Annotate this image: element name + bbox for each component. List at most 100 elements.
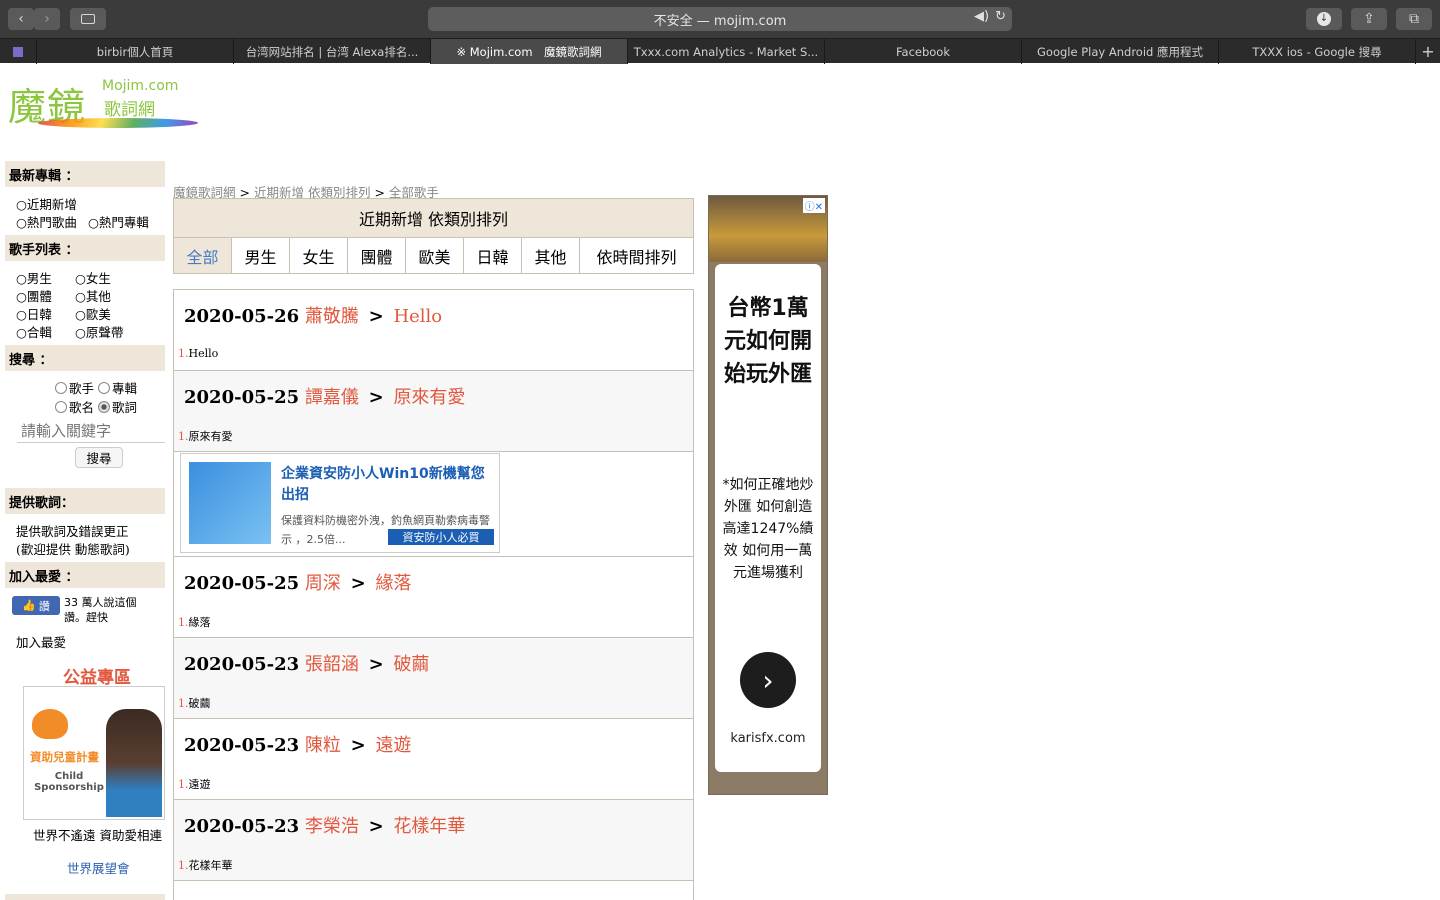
entry-song[interactable]: Hello <box>393 306 442 327</box>
sidebar-icon <box>81 14 95 24</box>
link-jpkr[interactable]: ○日韓 <box>16 304 52 323</box>
table-row: 2020-05-23 陳粒 > 遠遊 1.遠遊 <box>173 718 694 800</box>
reload-icon[interactable]: ↻ <box>995 9 1006 24</box>
chevron-right-icon: › <box>44 11 50 27</box>
link-soundtrack[interactable]: ○原聲帶 <box>75 322 123 341</box>
tab-group[interactable]: 團體 <box>348 238 406 273</box>
tab-other[interactable]: 其他 <box>522 238 580 273</box>
tab-all[interactable]: 全部 <box>174 238 232 273</box>
link-submit-lyrics[interactable]: 提供歌詞及錯誤更正 <box>16 521 129 540</box>
entry-song[interactable]: 緣落 <box>375 573 411 594</box>
entry-artist[interactable]: 譚嘉儀 <box>305 387 359 408</box>
link-other[interactable]: ○其他 <box>75 286 111 305</box>
link-compilation[interactable]: ○合輯 <box>16 322 52 341</box>
charity-caption: 世界不遙遠 資助愛相連 <box>33 828 162 843</box>
new-tab-button[interactable]: + <box>1415 39 1440 64</box>
entry-artist[interactable]: 蕭敬騰 <box>305 306 359 327</box>
link-hot-albums[interactable]: ○熱門專輯 <box>88 212 149 231</box>
downloads-button[interactable]: ↓ <box>1306 8 1342 30</box>
ad-site[interactable]: karisfx.com <box>715 731 821 746</box>
entry-artist[interactable]: 陳粒 <box>305 735 341 756</box>
entry-song[interactable]: 破繭 <box>393 654 429 675</box>
speaker-icon[interactable]: ◀) <box>974 9 989 24</box>
tab-by-time[interactable]: 依時間排列 <box>580 238 693 273</box>
thumbs-up-icon: 👍 <box>22 599 36 612</box>
tabs-overview-button[interactable]: ⧉ <box>1396 8 1432 30</box>
entry-track[interactable]: 1.緣落 <box>178 614 211 630</box>
link-male[interactable]: ○男生 <box>16 268 52 287</box>
tab-txxx-analytics[interactable]: Txxx.com Analytics - Market S... <box>627 39 824 64</box>
facebook-like-button[interactable]: 👍 讚 <box>12 596 60 615</box>
ad-card: 台幣1萬元如何開始玩外匯 *如何正確地炒外匯 如何創造高達1247%績效 如何用… <box>715 264 821 772</box>
plus-icon: + <box>1421 42 1435 61</box>
favorites-heading: 加入最愛 ： <box>5 562 165 588</box>
radio-lyrics[interactable] <box>98 400 111 413</box>
search-input[interactable] <box>17 419 165 443</box>
ad-laptop-image <box>189 462 271 544</box>
charity-img-en: Child Sponsorship <box>34 771 104 793</box>
tab-birbir[interactable]: birbir個人首頁 <box>36 39 233 64</box>
entry-track[interactable]: 1.Hello <box>178 347 218 360</box>
entry-track[interactable]: 1.遠遊 <box>178 776 211 792</box>
link-female[interactable]: ○女生 <box>75 268 111 287</box>
ad-arrow-button[interactable]: › <box>740 652 796 708</box>
charity-img-cn: 資助兒童計畫 <box>30 750 99 764</box>
tab-google-play[interactable]: Google Play Android 應用程式 <box>1021 39 1218 64</box>
link-western[interactable]: ○歐美 <box>75 304 111 323</box>
link-group[interactable]: ○團體 <box>16 286 52 305</box>
tab-western[interactable]: 歐美 <box>406 238 464 273</box>
radio-song[interactable] <box>55 400 67 413</box>
tabs-icon: ⧉ <box>1409 11 1419 27</box>
charity-banner[interactable]: 資助兒童計畫 Child Sponsorship <box>23 686 165 820</box>
inline-ad[interactable]: 企業資安防小人Win10新機幫您出招 保護資料防機密外洩，釣魚網頁勒索病毒警示 … <box>180 453 500 553</box>
forward-button[interactable]: › <box>34 8 60 30</box>
tab-female[interactable]: 女生 <box>290 238 348 273</box>
link-recent[interactable]: ○近期新增 <box>16 194 77 213</box>
radio-album[interactable] <box>98 381 111 394</box>
download-icon: ↓ <box>1317 12 1331 26</box>
bookmark-tab[interactable] <box>0 39 36 64</box>
sidebar-footer-bar <box>5 894 165 900</box>
tab-bar: birbir個人首頁 台湾网站排名 | 台湾 Alexa排名... ※ Moji… <box>0 38 1440 64</box>
tab-alexa[interactable]: 台湾网站排名 | 台湾 Alexa排名... <box>233 39 430 64</box>
entry-track[interactable]: 1.破繭 <box>178 695 211 711</box>
entry-track[interactable]: 1.花樣年華 <box>178 857 233 873</box>
entry-artist[interactable]: 周深 <box>305 573 341 594</box>
side-ad[interactable]: ⓘ✕ 台幣1萬元如何開始玩外匯 *如何正確地炒外匯 如何創造高達1247%績效 … <box>708 195 828 795</box>
search-button[interactable]: 搜尋 <box>75 447 123 468</box>
link-dynamic-lyrics[interactable]: (歡迎提供 動態歌詞) <box>16 539 130 558</box>
radio-row-1: 歌手 專輯 <box>55 378 137 397</box>
entry-artist[interactable]: 張韶涵 <box>305 654 359 675</box>
charity-org-link[interactable]: 世界展望會 <box>67 858 130 877</box>
link-add-favorite[interactable]: 加入最愛 <box>16 632 66 651</box>
ad-title[interactable]: 企業資安防小人Win10新機幫您出招 <box>281 464 493 506</box>
tab-jpkr[interactable]: 日韓 <box>464 238 522 273</box>
tab-mojim[interactable]: ※ Mojim.com 魔鏡歌詞網 <box>430 39 627 64</box>
back-button[interactable]: ‹ <box>8 8 34 30</box>
ad-cta-button[interactable]: 資安防小人必買 <box>388 529 494 545</box>
category-tabs: 全部 男生 女生 團體 歐美 日韓 其他 依時間排列 <box>173 238 694 274</box>
logo-text-en: Mojim.com <box>102 78 179 94</box>
link-hot-songs[interactable]: ○熱門歌曲 <box>16 212 77 231</box>
ad-headline: 台幣1萬元如何開始玩外匯 <box>723 296 812 387</box>
share-icon: ⇪ <box>1363 11 1375 27</box>
tab-facebook[interactable]: Facebook <box>824 39 1021 64</box>
ad-close-icon[interactable]: ⓘ✕ <box>802 198 825 213</box>
entry-song[interactable]: 花樣年華 <box>393 816 465 837</box>
table-row: 2020-05-26 蕭敬騰 > Hello 1.Hello <box>173 289 694 371</box>
chevron-right-icon: › <box>762 663 774 697</box>
tab-google-search[interactable]: TXXX ios - Google 搜尋 <box>1218 39 1415 64</box>
entry-date: 2020-05-26 <box>184 306 300 327</box>
site-logo[interactable]: 魔鏡 Mojim.com 歌詞網 <box>8 76 200 132</box>
entry-date: 2020-05-25 <box>184 573 300 594</box>
table-row: 2020-05-23 張韶涵 > 破繭 1.破繭 <box>173 637 694 719</box>
tab-male[interactable]: 男生 <box>232 238 290 273</box>
radio-artist[interactable] <box>55 381 67 394</box>
address-bar[interactable]: 不安全 — mojim.com ◀) ↻ <box>428 7 1012 31</box>
share-button[interactable]: ⇪ <box>1351 8 1387 30</box>
entry-track[interactable]: 1.原來有愛 <box>178 428 233 444</box>
entry-artist[interactable]: 李榮浩 <box>305 816 359 837</box>
entry-song[interactable]: 原來有愛 <box>393 387 465 408</box>
sidebar-toggle-button[interactable] <box>70 8 106 30</box>
entry-song[interactable]: 遠遊 <box>375 735 411 756</box>
